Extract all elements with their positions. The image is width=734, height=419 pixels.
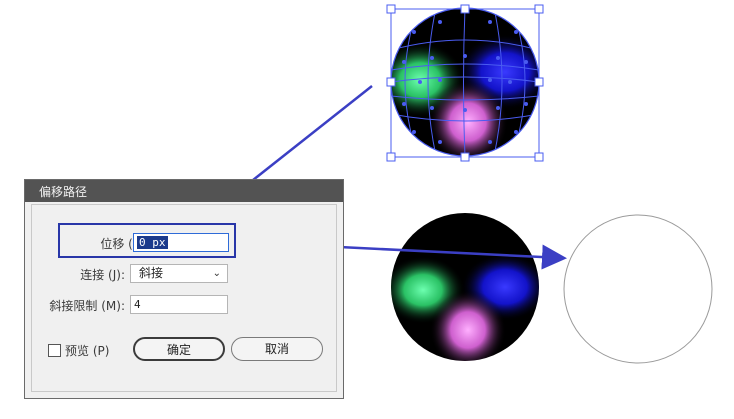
offset-path-dialog: 偏移路径 位移 (O): 0 px 连接 (J): 斜接 ⌄ 斜接限制 (M):… — [24, 179, 344, 399]
dialog-titlebar[interactable]: 偏移路径 — [25, 180, 343, 202]
join-select[interactable]: 斜接 ⌄ — [130, 264, 228, 283]
miter-limit-label: 斜接限制 (M): — [49, 299, 125, 313]
offset-highlight-box — [58, 223, 236, 258]
mesh-sphere-result — [391, 213, 539, 361]
dialog-title: 偏移路径 — [39, 185, 88, 199]
join-value: 斜接 — [139, 266, 164, 280]
miter-limit-input[interactable]: 4 — [130, 295, 228, 314]
preview-label: 预览 (P) — [65, 344, 110, 358]
mesh-sphere-selected[interactable] — [375, 4, 553, 164]
ok-button[interactable]: 确定 — [133, 337, 225, 361]
join-label: 连接 (J): — [80, 268, 125, 282]
miter-limit-value: 4 — [134, 298, 141, 311]
cancel-button[interactable]: 取消 — [231, 337, 323, 361]
chevron-down-icon: ⌄ — [212, 268, 221, 279]
offset-path-outline[interactable] — [563, 214, 713, 364]
preview-checkbox[interactable] — [48, 344, 61, 357]
